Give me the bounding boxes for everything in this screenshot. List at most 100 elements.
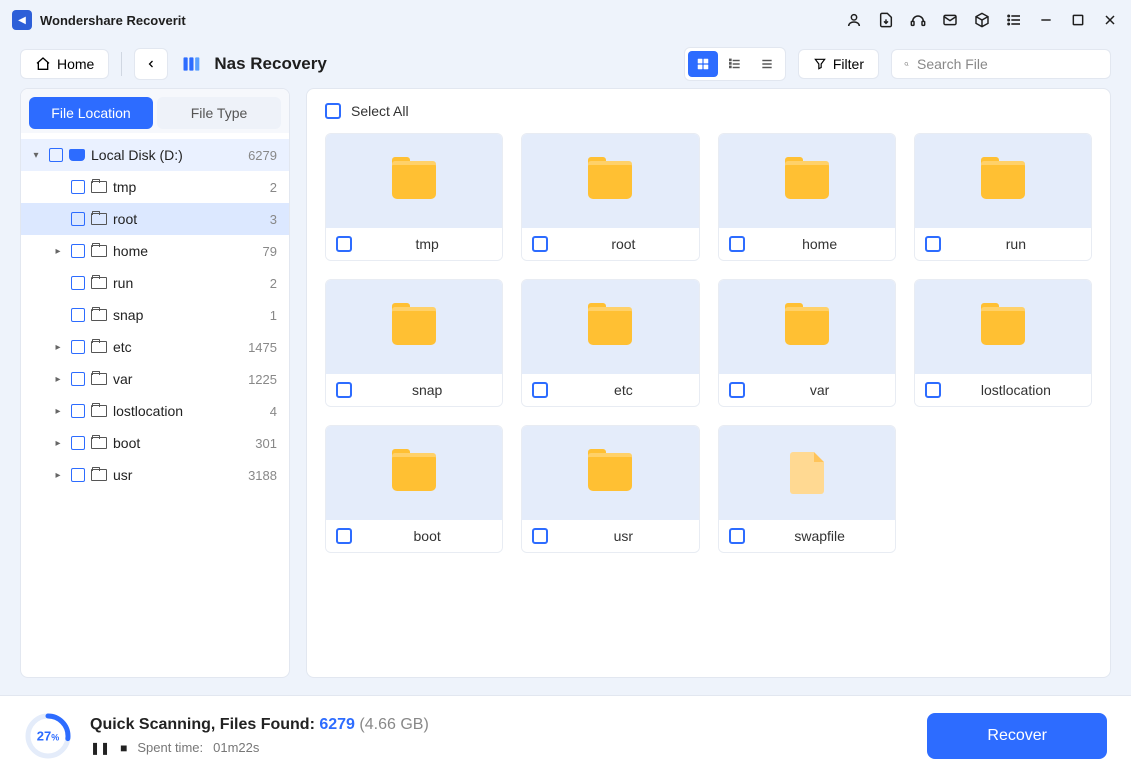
list-detail-icon [728, 57, 742, 71]
grid-icon [696, 57, 710, 71]
tree-item[interactable]: root3 [21, 203, 289, 235]
search-input[interactable] [917, 56, 1098, 72]
maximize-icon[interactable] [1069, 11, 1087, 29]
checkbox[interactable] [71, 468, 85, 482]
chevron-right-icon[interactable]: ▸ [51, 406, 65, 417]
checkbox[interactable] [71, 212, 85, 226]
tree-item[interactable]: ▸var1225 [21, 363, 289, 395]
titlebar: Wondershare Recoverit [0, 0, 1131, 40]
list-icon[interactable] [1005, 11, 1023, 29]
view-compact-button[interactable] [752, 51, 782, 77]
item-checkbox[interactable] [532, 528, 548, 544]
item-checkbox[interactable] [925, 236, 941, 252]
minimize-icon[interactable] [1037, 11, 1055, 29]
item-checkbox[interactable] [729, 528, 745, 544]
checkbox[interactable] [71, 404, 85, 418]
back-button[interactable] [134, 48, 168, 80]
tree-root[interactable]: ▾ Local Disk (D:) 6279 [21, 139, 289, 171]
checkbox[interactable] [71, 180, 85, 194]
grid-item[interactable]: root [521, 133, 699, 261]
filter-button[interactable]: Filter [798, 49, 879, 79]
pause-button[interactable]: ❚❚ [90, 741, 110, 755]
folder-icon [588, 309, 632, 345]
user-icon[interactable] [845, 11, 863, 29]
chevron-left-icon [145, 58, 157, 70]
select-all-checkbox[interactable] [325, 103, 341, 119]
item-checkbox[interactable] [336, 382, 352, 398]
item-checkbox[interactable] [336, 236, 352, 252]
checkbox[interactable] [71, 372, 85, 386]
item-checkbox[interactable] [532, 236, 548, 252]
checkbox[interactable] [49, 148, 63, 162]
tab-file-type[interactable]: File Type [157, 97, 281, 129]
search-box[interactable] [891, 49, 1111, 79]
grid-item[interactable]: swapfile [718, 425, 896, 553]
tab-file-location[interactable]: File Location [29, 97, 153, 129]
chevron-right-icon[interactable]: ▸ [51, 374, 65, 385]
grid-item[interactable]: lostlocation [914, 279, 1092, 407]
app-title: Wondershare Recoverit [40, 13, 186, 28]
support-icon[interactable] [909, 11, 927, 29]
stop-button[interactable]: ■ [120, 741, 127, 755]
grid-item[interactable]: boot [325, 425, 503, 553]
grid-item[interactable]: run [914, 133, 1092, 261]
item-checkbox[interactable] [336, 528, 352, 544]
grid-item[interactable]: home [718, 133, 896, 261]
chevron-right-icon[interactable]: ▸ [51, 246, 65, 257]
tree-item-label: etc [113, 339, 248, 355]
folder-icon [91, 341, 107, 353]
tree-item[interactable]: ▸ etc1475 [21, 331, 289, 363]
view-list-button[interactable] [720, 51, 750, 77]
checkbox[interactable] [71, 340, 85, 354]
tree-item[interactable]: snap1 [21, 299, 289, 331]
grid-item[interactable]: etc [521, 279, 699, 407]
spent-label: Spent time: [137, 740, 203, 755]
item-checkbox[interactable] [925, 382, 941, 398]
grid-thumb [719, 134, 895, 228]
tree-item[interactable]: tmp2 [21, 171, 289, 203]
recover-button[interactable]: Recover [927, 713, 1107, 759]
home-button[interactable]: Home [20, 49, 109, 79]
cube-icon[interactable] [973, 11, 991, 29]
mail-icon[interactable] [941, 11, 959, 29]
chevron-right-icon[interactable]: ▸ [51, 470, 65, 481]
checkbox[interactable] [71, 436, 85, 450]
grid-item-label: run [951, 236, 1081, 252]
checkbox[interactable] [71, 308, 85, 322]
grid-item[interactable]: snap [325, 279, 503, 407]
tree-item-count: 1475 [248, 340, 277, 355]
item-checkbox[interactable] [729, 382, 745, 398]
grid-item[interactable]: var [718, 279, 896, 407]
tree-item[interactable]: run2 [21, 267, 289, 299]
tree-item[interactable]: ▸usr3188 [21, 459, 289, 491]
grid-item[interactable]: tmp [325, 133, 503, 261]
item-checkbox[interactable] [729, 236, 745, 252]
grid-thumb [326, 134, 502, 228]
folder-icon [91, 309, 107, 321]
tree-item-count: 3188 [248, 468, 277, 483]
file-icon[interactable] [877, 11, 895, 29]
grid-thumb [915, 134, 1091, 228]
tree-root-count: 6279 [248, 148, 277, 163]
statusbar: 27% Quick Scanning, Files Found: 6279 (4… [0, 695, 1131, 775]
tree-item-label: var [113, 371, 248, 387]
grid-item[interactable]: usr [521, 425, 699, 553]
tree-item[interactable]: ▸lostlocation4 [21, 395, 289, 427]
tree-item[interactable]: ▸boot301 [21, 427, 289, 459]
app-logo-icon [12, 10, 32, 30]
chevron-down-icon[interactable]: ▾ [29, 150, 43, 161]
checkbox[interactable] [71, 276, 85, 290]
select-all-label: Select All [351, 103, 409, 119]
item-checkbox[interactable] [532, 382, 548, 398]
view-grid-button[interactable] [688, 51, 718, 77]
folder-icon [588, 455, 632, 491]
checkbox[interactable] [71, 244, 85, 258]
chevron-right-icon[interactable]: ▸ [51, 342, 65, 353]
close-icon[interactable] [1101, 11, 1119, 29]
grid-label-row: var [719, 374, 895, 406]
chevron-right-icon[interactable]: ▸ [51, 438, 65, 449]
folder-icon [91, 181, 107, 193]
file-icon [790, 452, 824, 494]
tree-item[interactable]: ▸home79 [21, 235, 289, 267]
grid-label-row: lostlocation [915, 374, 1091, 406]
